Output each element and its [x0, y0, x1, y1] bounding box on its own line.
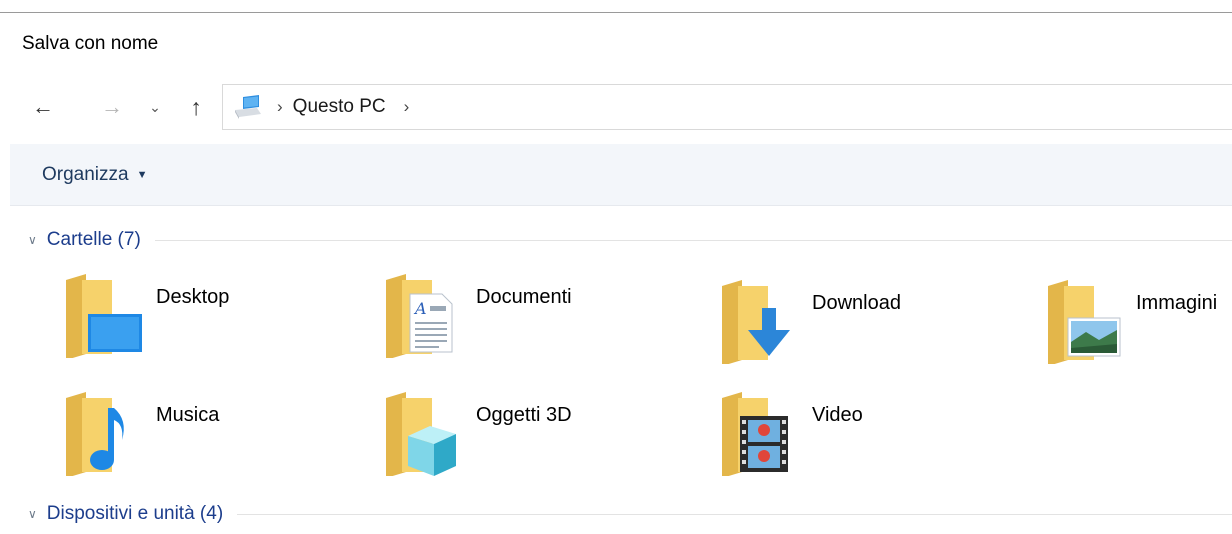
folder-item-documents[interactable]: A Documenti — [382, 274, 572, 363]
arrow-right-icon: → — [101, 94, 123, 119]
group-header-devices[interactable]: ∨ Dispositivi e unità (4) — [28, 503, 1232, 525]
folder-label: Musica — [156, 404, 220, 426]
breadcrumb-separator[interactable]: › — [404, 97, 410, 117]
folder-item-3d-objects[interactable]: Oggetti 3D — [382, 392, 572, 481]
breadcrumb-this-pc[interactable]: Questo PC — [293, 96, 386, 118]
folder-label: Desktop — [156, 286, 230, 308]
address-bar[interactable]: › Questo PC › — [222, 84, 1232, 130]
organize-button[interactable]: Organizza ▼ — [42, 164, 148, 186]
group-header-folders[interactable]: ∨ Cartelle (7) — [28, 229, 1232, 251]
back-button[interactable]: ← — [28, 92, 58, 122]
chevron-down-icon: ∨ — [28, 507, 37, 521]
pictures-folder-icon — [1044, 280, 1124, 369]
command-bar: Organizza ▼ — [10, 144, 1232, 206]
group-divider — [237, 513, 1232, 515]
folder-label: Download — [812, 292, 901, 314]
chevron-down-icon: ⌄ — [149, 98, 161, 115]
chevron-down-icon: ∨ — [28, 233, 37, 247]
window-top-border — [0, 12, 1232, 13]
folder-item-music[interactable]: Musica — [62, 392, 219, 481]
videos-folder-icon — [718, 392, 798, 481]
folder-item-desktop[interactable]: Desktop — [62, 274, 229, 363]
3d-objects-folder-icon — [382, 392, 462, 481]
music-folder-icon — [62, 392, 142, 481]
group-label-devices: Dispositivi e unità (4) — [46, 503, 224, 524]
folder-label: Oggetti 3D — [476, 404, 572, 426]
desktop-folder-icon — [62, 274, 142, 363]
group-divider — [154, 239, 1232, 241]
organize-label: Organizza — [42, 164, 129, 185]
arrow-left-icon: ← — [32, 94, 54, 119]
dialog-title: Salva con nome — [22, 33, 159, 54]
computer-icon — [231, 94, 263, 120]
svg-text:A: A — [413, 299, 427, 318]
forward-button[interactable]: → — [97, 92, 127, 122]
folder-item-pictures[interactable]: Immagini — [1044, 280, 1217, 369]
folder-label: Immagini — [1136, 292, 1218, 314]
documents-folder-icon: A — [382, 274, 462, 363]
folder-label: Video — [812, 404, 863, 426]
breadcrumb-separator[interactable]: › — [277, 97, 283, 117]
folder-label: Documenti — [476, 286, 572, 308]
recent-locations-button[interactable]: ⌄ — [140, 92, 170, 122]
folder-item-downloads[interactable]: Download — [718, 280, 901, 369]
up-button[interactable]: ↑ — [181, 92, 211, 122]
group-label-folders: Cartelle (7) — [46, 229, 141, 250]
folder-item-videos[interactable]: Video — [718, 392, 863, 481]
downloads-folder-icon — [718, 280, 798, 369]
caret-down-icon: ▼ — [136, 169, 148, 181]
navigation-bar: ← → ⌄ ↑ › Questo PC › — [0, 84, 1232, 130]
arrow-up-icon: ↑ — [190, 93, 202, 120]
